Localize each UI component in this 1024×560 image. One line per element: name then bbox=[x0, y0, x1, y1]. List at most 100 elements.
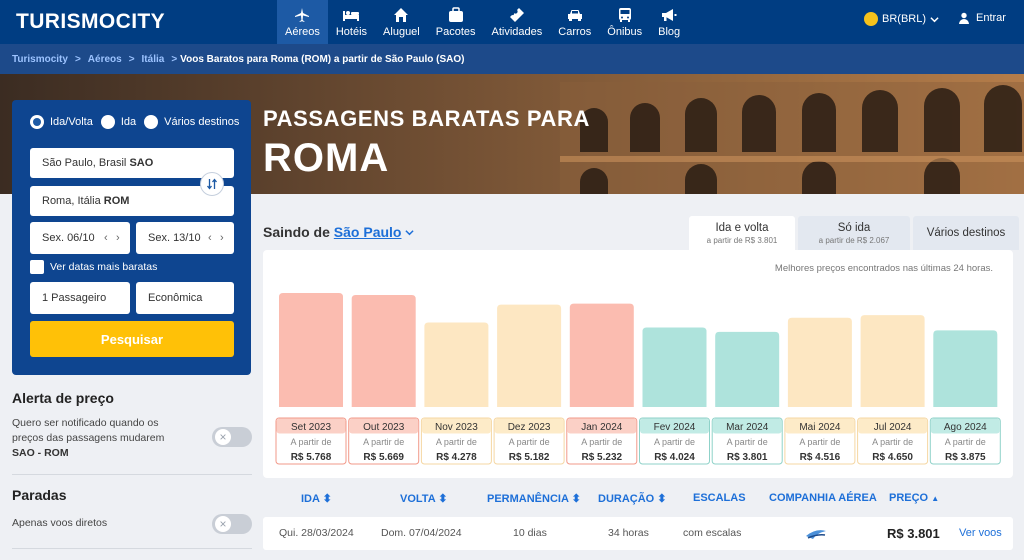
col-permanencia[interactable]: PERMANÊNCIA ⬍ bbox=[487, 492, 581, 505]
price-value: R$ 4.024 bbox=[654, 452, 695, 463]
tab-label: Ida e volta bbox=[715, 221, 769, 234]
cabin-class-field[interactable]: Econômica bbox=[136, 282, 234, 314]
bed-icon bbox=[343, 10, 360, 21]
sort-icon: ⬍ bbox=[657, 493, 667, 505]
tab-label: Só ida bbox=[837, 221, 871, 234]
col-companhia[interactable]: COMPANHIA AÉREA bbox=[769, 492, 877, 504]
col-duracao[interactable]: DURAÇÃO ⬍ bbox=[598, 492, 667, 505]
origin-prefix: Saindo de bbox=[263, 224, 330, 240]
view-flights-link[interactable]: Ver voos bbox=[959, 527, 1002, 539]
tab-round-trip[interactable]: Ida e volta a partir de R$ 3.801 bbox=[689, 216, 795, 250]
col-ida[interactable]: IDA ⬍ bbox=[301, 492, 332, 505]
radio-label[interactable]: Ida/Volta bbox=[50, 116, 93, 128]
price-chart-panel: Melhores preços encontrados nas últimas … bbox=[263, 250, 1013, 478]
date-prev-arrow-icon[interactable]: ‹ bbox=[208, 232, 212, 244]
radio-label[interactable]: Ida bbox=[121, 116, 136, 128]
cell-stops: com escalas bbox=[683, 527, 742, 539]
breadcrumb-link[interactable]: Aéreos bbox=[88, 54, 122, 65]
nav-item-pacotes[interactable]: Pacotes bbox=[428, 0, 484, 44]
ticket-icon bbox=[509, 7, 524, 22]
nav-item-aereos[interactable]: Aéreos bbox=[277, 0, 328, 44]
flexible-dates-checkbox[interactable]: Ver datas mais baratas bbox=[30, 260, 157, 274]
tab-label: Vários destinos bbox=[926, 227, 1006, 239]
price-prefix: A partir de bbox=[945, 437, 986, 447]
price-value: R$ 3.875 bbox=[945, 452, 986, 463]
flight-search-form: Ida/Volta Ida Vários destinos São Paulo,… bbox=[12, 100, 251, 375]
price-bar bbox=[351, 294, 416, 407]
site-logo[interactable]: TURISMOCITY bbox=[16, 10, 165, 34]
destination-city: Roma, Itália bbox=[42, 195, 104, 207]
depart-date-field[interactable]: Sex. 06/10 ‹ › bbox=[30, 222, 130, 254]
sort-icon: ⬍ bbox=[322, 493, 332, 505]
currency-selector[interactable]: BR(BRL) bbox=[864, 12, 939, 26]
col-volta[interactable]: VOLTA ⬍ bbox=[400, 492, 448, 505]
login-link[interactable]: Entrar bbox=[958, 12, 1006, 24]
results-header: IDA ⬍ VOLTA ⬍ PERMANÊNCIA ⬍ DURAÇÃO ⬍ ES… bbox=[263, 490, 1013, 510]
car-icon bbox=[567, 9, 582, 21]
nav-item-label: Ônibus bbox=[607, 25, 643, 38]
price-bar bbox=[424, 322, 489, 407]
return-date: Sex. 13/10 bbox=[148, 232, 201, 244]
breadcrumb-link[interactable]: Itália bbox=[142, 54, 165, 65]
price-alert-text: Quero ser notificado quando os bbox=[12, 417, 159, 429]
date-next-arrow-icon[interactable]: › bbox=[116, 232, 120, 244]
breadcrumb: Turismocity > Aéreos > Itália > Voos Bar… bbox=[0, 44, 1024, 74]
price-value: R$ 4.650 bbox=[872, 452, 913, 463]
direct-flights-toggle[interactable] bbox=[212, 514, 252, 534]
price-value: R$ 4.278 bbox=[436, 452, 477, 463]
cell-duration: 34 horas bbox=[608, 527, 649, 539]
checkbox-box[interactable] bbox=[30, 260, 44, 274]
nav-item-label: Atividades bbox=[491, 25, 543, 38]
table-row[interactable]: Qui. 28/03/2024 Dom. 07/04/2024 10 dias … bbox=[263, 517, 1013, 550]
nav-item-aluguel[interactable]: Aluguel bbox=[375, 0, 428, 44]
month-label: Nov 2023 bbox=[435, 422, 478, 433]
return-date-field[interactable]: Sex. 13/10 ‹ › bbox=[136, 222, 234, 254]
nav-item-label: Carros bbox=[558, 25, 592, 38]
price-prefix: A partir de bbox=[509, 437, 550, 447]
chevron-down-icon bbox=[405, 230, 414, 236]
airline-logo-icon bbox=[806, 530, 826, 539]
nav-item-atividades[interactable]: Atividades bbox=[484, 0, 551, 44]
month-label: Fev 2024 bbox=[654, 422, 696, 433]
origin-city-link[interactable]: São Paulo bbox=[334, 224, 402, 240]
radio-one-way[interactable] bbox=[100, 115, 115, 129]
brazil-flag-icon bbox=[864, 12, 878, 26]
swap-cities-button[interactable] bbox=[200, 172, 224, 196]
nav-item-blog[interactable]: Blog bbox=[650, 0, 688, 44]
breadcrumb-link[interactable]: Turismocity bbox=[12, 54, 68, 65]
radio-label[interactable]: Vários destinos bbox=[164, 116, 239, 128]
tab-one-way[interactable]: Só ida a partir de R$ 2.067 bbox=[798, 216, 910, 250]
price-bar-chart: Set 2023 A partir de R$ 5.768 Out 2023 A par… bbox=[275, 293, 1001, 465]
nav-item-label: Blog bbox=[658, 25, 681, 38]
month-label: Out 2023 bbox=[363, 422, 405, 433]
origin-code: SAO bbox=[129, 157, 154, 169]
price-prefix: A partir de bbox=[727, 437, 768, 447]
breadcrumb-separator: > bbox=[171, 53, 178, 65]
nav-item-hoteis[interactable]: Hotéis bbox=[328, 0, 375, 44]
tab-multi-city[interactable]: Vários destinos bbox=[913, 216, 1019, 250]
date-next-arrow-icon[interactable]: › bbox=[220, 232, 224, 244]
price-value: R$ 5.182 bbox=[509, 452, 550, 463]
radio-round-trip[interactable] bbox=[30, 115, 44, 129]
origin-city: São Paulo, Brasil bbox=[42, 157, 130, 169]
price-prefix: A partir de bbox=[872, 437, 913, 447]
origin-selector[interactable]: Saindo de São Paulo bbox=[263, 224, 414, 240]
passengers-field[interactable]: 1 Passageiro bbox=[30, 282, 130, 314]
date-prev-arrow-icon[interactable]: ‹ bbox=[104, 232, 108, 244]
search-button[interactable]: Pesquisar bbox=[30, 321, 234, 357]
nav-item-carros[interactable]: Carros bbox=[550, 0, 599, 44]
price-alert-toggle[interactable] bbox=[212, 427, 252, 447]
col-preco[interactable]: PREÇO ▲ bbox=[889, 492, 939, 504]
nav-item-onibus[interactable]: Ônibus bbox=[599, 0, 650, 44]
col-escalas[interactable]: ESCALAS bbox=[693, 492, 746, 504]
price-alert-text: preços das passagens mudarem bbox=[12, 432, 165, 444]
megaphone-icon bbox=[662, 8, 677, 21]
bus-icon bbox=[618, 7, 631, 22]
month-label: Jul 2024 bbox=[874, 422, 912, 433]
main-nav: Aéreos Hotéis Aluguel Pacotes Atividades… bbox=[277, 0, 688, 44]
depart-date: Sex. 06/10 bbox=[42, 232, 95, 244]
radio-multi-city[interactable] bbox=[144, 115, 159, 129]
price-value: R$ 3.801 bbox=[727, 452, 768, 463]
price-bar bbox=[787, 317, 852, 407]
origin-field[interactable]: São Paulo, Brasil SAO bbox=[30, 148, 234, 178]
